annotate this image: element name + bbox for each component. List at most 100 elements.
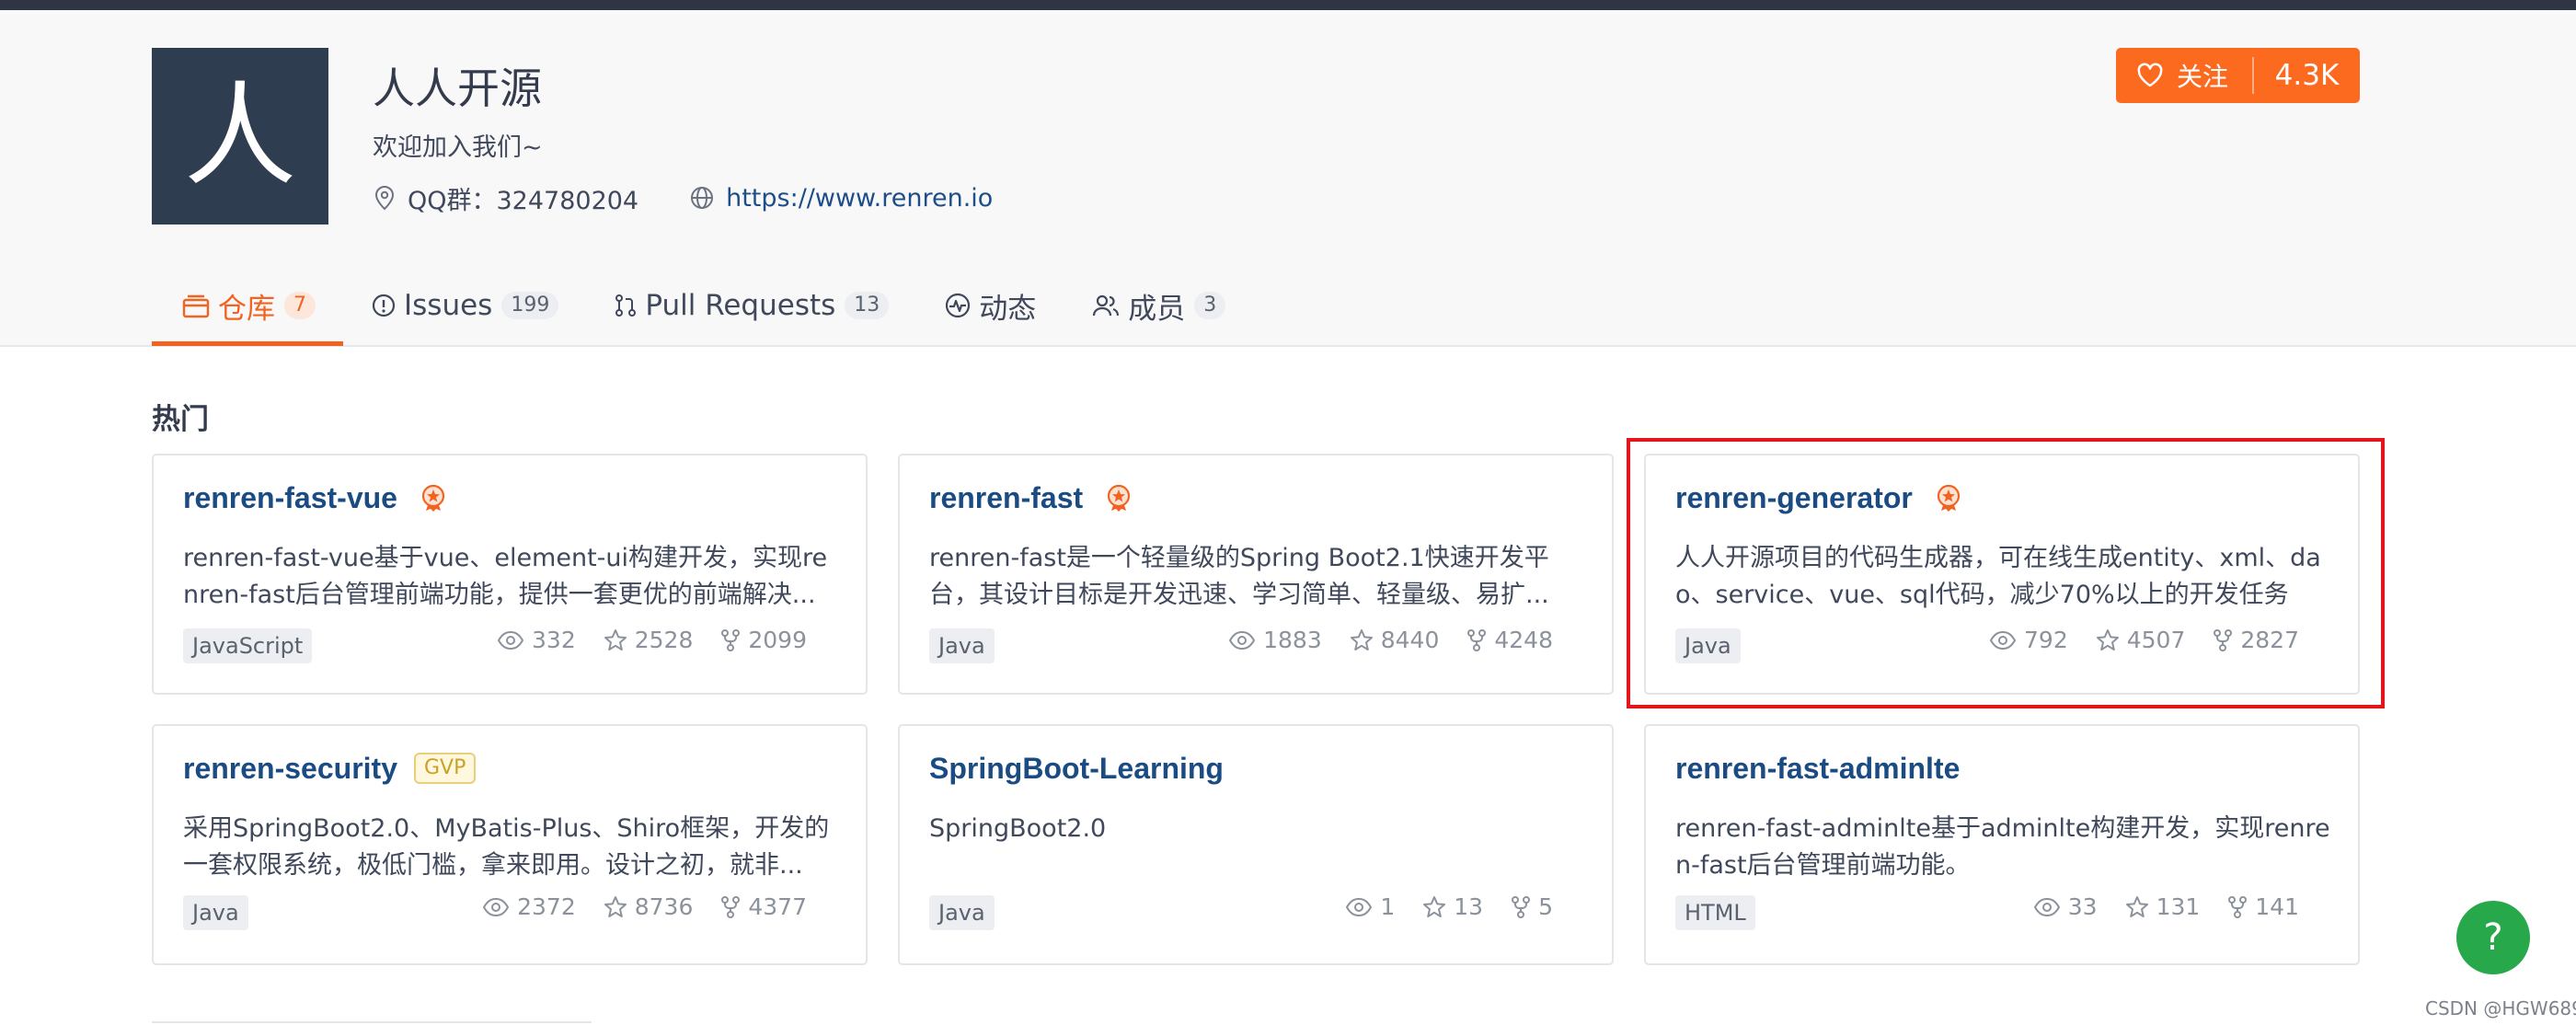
- repo-card-renren-fast: renren-fast renren-fast是一个轻量级的Spring Boo…: [898, 454, 1614, 695]
- repo-card-renren-fast-adminlte: renren-fast-adminlte renren-fast-adminlt…: [1644, 724, 2360, 965]
- star-count[interactable]: 13: [1422, 893, 1483, 920]
- tab-activity[interactable]: 动态: [916, 276, 1064, 335]
- star-count-value: 13: [1454, 893, 1484, 920]
- website-link[interactable]: https://www.renren.io: [726, 184, 993, 213]
- repo-name-link[interactable]: SpringBoot-Learning: [929, 752, 1224, 786]
- repo-language-tag[interactable]: JavaScript: [183, 628, 313, 663]
- fork-count[interactable]: 2827: [2213, 627, 2299, 653]
- repo-language-tag[interactable]: Java: [929, 628, 995, 663]
- repo-stats: 2372 8736 4377: [454, 893, 807, 920]
- star-icon: [2125, 895, 2148, 917]
- org-meta: QQ群：324780204 https://www.renren.io: [373, 179, 1043, 216]
- watch-count[interactable]: 1883: [1228, 627, 1322, 653]
- award-badge-icon: [1108, 484, 1131, 512]
- repo-name-link[interactable]: renren-fast-adminlte: [1675, 752, 1960, 786]
- eye-icon: [1228, 630, 1256, 650]
- follow-button[interactable]: 关注: [2116, 48, 2252, 103]
- repo-title-row: renren-security GVP: [183, 748, 477, 789]
- repo-language-tag[interactable]: Java: [1675, 628, 1741, 663]
- repo-language-tag[interactable]: Java: [929, 895, 995, 930]
- qq-group-text: QQ群：324780204: [408, 186, 639, 215]
- star-count[interactable]: 131: [2125, 893, 2201, 920]
- watch-count-value: 332: [532, 627, 576, 653]
- tab-label: Issues: [404, 289, 493, 322]
- star-icon: [1350, 628, 1373, 651]
- tab-issues[interactable]: Issues 199: [343, 276, 586, 335]
- globe-icon: [691, 187, 714, 209]
- fork-count-value: 2827: [2240, 627, 2299, 653]
- repo-title-row: SpringBoot-Learning: [929, 748, 1224, 789]
- popular-section-title: 热门: [152, 403, 209, 436]
- repo-stats: 33 131 141: [2006, 893, 2299, 920]
- fork-icon: [2228, 895, 2248, 918]
- repo-title-row: renren-fast-vue: [183, 478, 447, 518]
- star-icon: [1423, 895, 1446, 917]
- tab-members[interactable]: 成员 3: [1064, 276, 1253, 335]
- fork-count[interactable]: 4248: [1466, 627, 1553, 653]
- eye-icon: [1989, 630, 2017, 650]
- repo-stats: 792 4507 2827: [1961, 627, 2299, 653]
- follower-count[interactable]: 4.3K: [2254, 59, 2360, 92]
- tab-count-badge: 13: [845, 292, 890, 319]
- fork-icon: [2214, 628, 2233, 651]
- repo-name-link[interactable]: renren-security: [183, 752, 397, 786]
- star-icon: [604, 628, 627, 651]
- repo-name-link[interactable]: renren-generator: [1675, 481, 1913, 515]
- watch-count[interactable]: 1: [1345, 893, 1395, 920]
- repo-card-renren-generator: renren-generator 人人开源项目的代码生成器，可在线生成entit…: [1644, 454, 2360, 695]
- fork-count-value: 4248: [1494, 627, 1553, 653]
- repo-language-tag[interactable]: Java: [183, 895, 248, 930]
- star-count-value: 4507: [2126, 627, 2186, 653]
- watch-count-value: 1: [1380, 893, 1396, 920]
- repo-card-springboot-learning: SpringBoot-Learning SpringBoot2.0 Java 1…: [898, 724, 1614, 965]
- tab-pull-requests[interactable]: Pull Requests 13: [586, 276, 916, 335]
- tab-repositories[interactable]: 仓库 7: [152, 276, 343, 346]
- fork-icon: [1467, 628, 1487, 651]
- watch-count[interactable]: 332: [497, 627, 576, 653]
- next-section-edge: [152, 1021, 592, 1025]
- tab-count-badge: 3: [1194, 292, 1226, 319]
- repo-description: 人人开源项目的代码生成器，可在线生成entity、xml、dao、service…: [1675, 544, 2321, 609]
- fork-count[interactable]: 141: [2227, 893, 2299, 920]
- star-count[interactable]: 8440: [1350, 627, 1439, 653]
- fork-count[interactable]: 2099: [720, 627, 807, 653]
- watch-count[interactable]: 2372: [482, 893, 576, 920]
- watch-count[interactable]: 33: [2033, 893, 2098, 920]
- qq-group: QQ群：324780204: [373, 180, 638, 216]
- tab-count-badge: 7: [284, 292, 316, 319]
- org-avatar: 人: [152, 48, 328, 225]
- repo-title-row: renren-generator: [1675, 478, 1962, 518]
- eye-icon: [2033, 897, 2060, 916]
- star-count-value: 131: [2156, 893, 2201, 920]
- repo-description: renren-fast-adminlte基于adminlte构建开发，实现ren…: [1675, 814, 2330, 880]
- repo-stats: 1 13 5: [1317, 893, 1553, 920]
- fork-count[interactable]: 5: [1511, 893, 1553, 920]
- help-button[interactable]: ?: [2456, 901, 2530, 974]
- watch-count-value: 33: [2067, 893, 2098, 920]
- repo-description: 采用SpringBoot2.0、MyBatis-Plus、Shiro框架，开发的…: [183, 814, 830, 880]
- org-description: 欢迎加入我们~: [373, 133, 543, 162]
- watch-count[interactable]: 792: [1989, 627, 2068, 653]
- repo-icon: [182, 294, 210, 318]
- heart-icon: [2137, 63, 2163, 87]
- star-count[interactable]: 8736: [604, 893, 694, 920]
- pull-request-icon: [615, 294, 637, 317]
- repo-language-tag[interactable]: HTML: [1675, 895, 1755, 930]
- members-icon: [1093, 294, 1120, 317]
- repo-name-link[interactable]: renren-fast-vue: [183, 481, 397, 515]
- watch-count-value: 1883: [1263, 627, 1322, 653]
- repo-stats: 332 2528 2099: [469, 627, 807, 653]
- repo-name-link[interactable]: renren-fast: [929, 481, 1083, 515]
- repo-title-row: renren-fast: [929, 478, 1133, 518]
- award-badge-icon: [1937, 484, 1960, 512]
- gvp-badge: GVP: [413, 753, 477, 784]
- repo-description: renren-fast-vue基于vue、element-ui构建开发，实现re…: [183, 544, 828, 609]
- star-count[interactable]: 2528: [604, 627, 693, 653]
- star-count-value: 8736: [634, 893, 694, 920]
- fork-count[interactable]: 4377: [720, 893, 807, 920]
- issue-icon: [372, 294, 396, 317]
- website: https://www.renren.io: [689, 184, 993, 213]
- fork-icon: [1512, 895, 1531, 918]
- award-badge-icon: [421, 484, 445, 512]
- star-count[interactable]: 4507: [2096, 627, 2186, 653]
